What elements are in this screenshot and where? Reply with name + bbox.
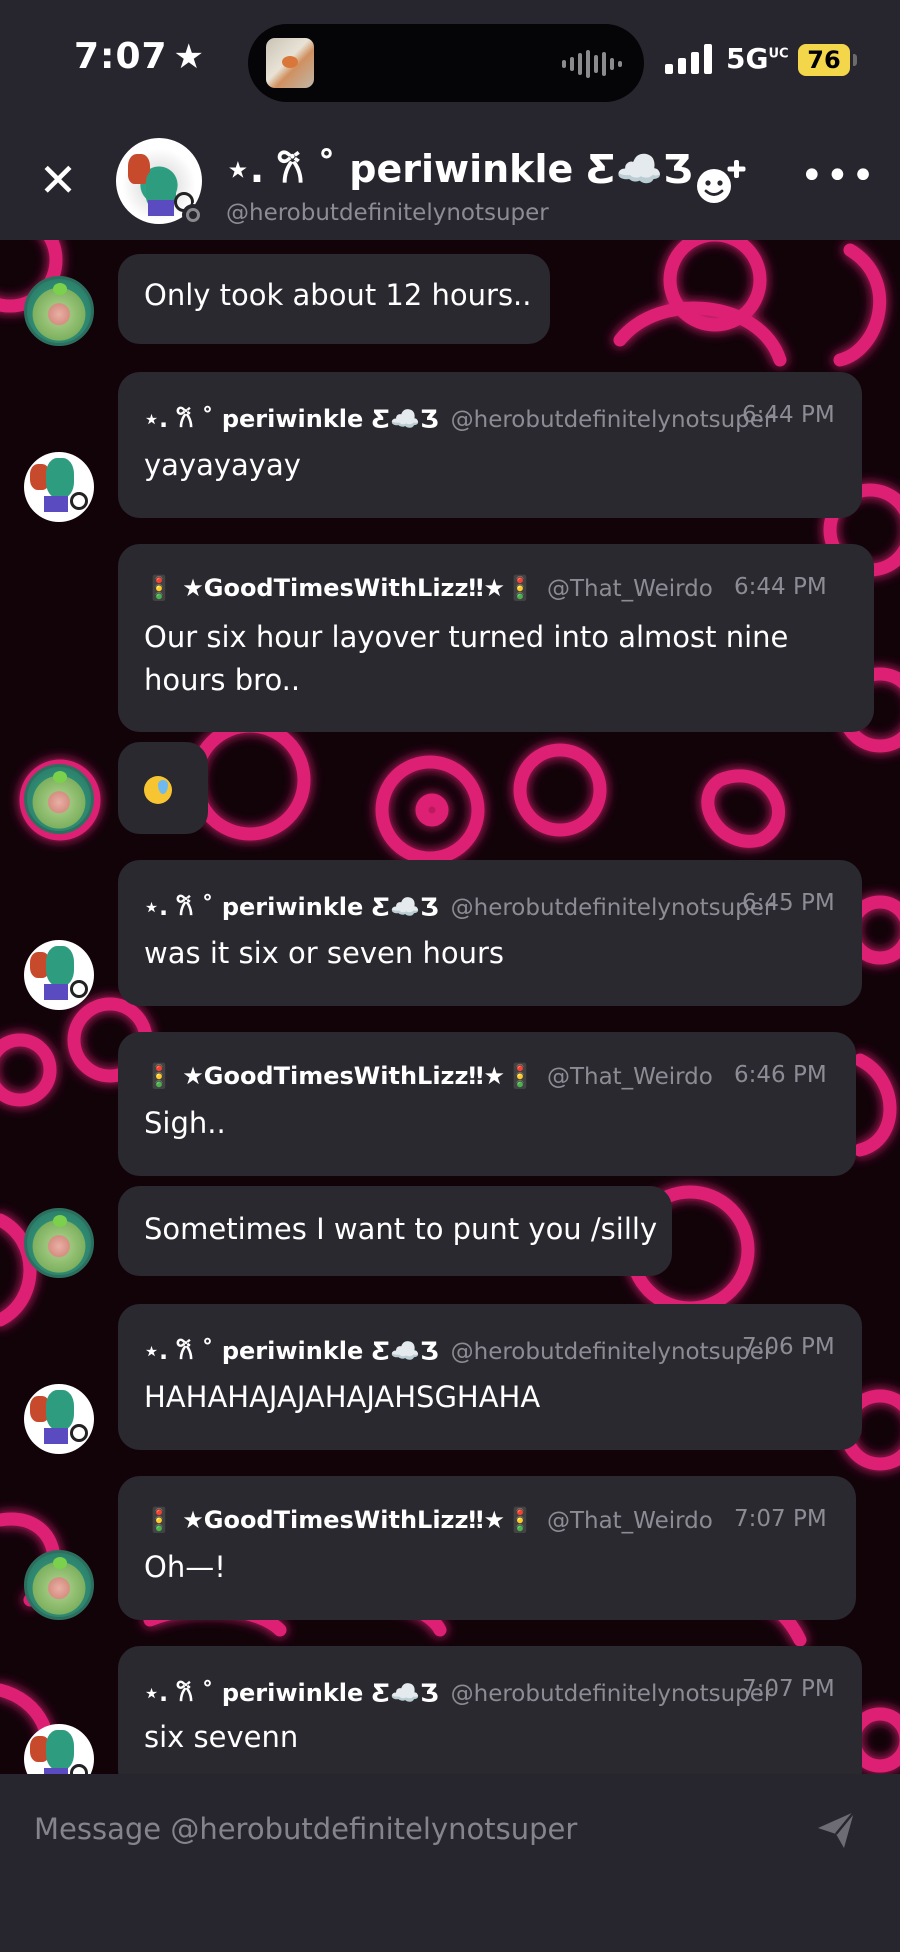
offline-status-icon [182,204,204,226]
dm-header: ✕ ⋆. 𐙚 ˚ periwinkle Ƹ☁️Ʒ @herobutdefinit… [0,120,900,240]
message-meta: 🚦 ★GoodTimesWithLizz‼★🚦 @That_Weirdo [144,574,713,602]
message-text: Oh—! [144,1550,226,1584]
message-text: Sometimes I want to punt you /silly [144,1212,658,1246]
downcast-sweat-emoji [144,776,172,804]
message-bubble[interactable]: ⋆. 𐙚 ˚ periwinkle Ƹ☁️Ʒ @herobutdefinitely… [118,860,862,1006]
send-icon[interactable] [814,1808,858,1852]
sender-avatar[interactable] [24,1550,94,1620]
sender-avatar[interactable] [24,276,94,346]
message-time: 6:45 PM [742,890,835,916]
now-playing-thumbnail [266,38,314,88]
message-meta: ⋆. 𐙚 ˚ periwinkle Ƹ☁️Ʒ @herobutdefinitely… [144,890,773,923]
message-time: 6:44 PM [734,574,827,600]
recipient-name[interactable]: ⋆. 𐙚 ˚ periwinkle Ƹ☁️Ʒ [226,142,693,194]
close-icon[interactable]: ✕ [36,157,80,203]
message-time: 6:44 PM [742,402,835,428]
message-meta: ⋆. 𐙚 ˚ periwinkle Ƹ☁️Ʒ @herobutdefinitely… [144,1676,773,1709]
message-text: yayayayay [144,448,301,482]
message-handle: @That_Weirdo [546,1064,713,1090]
message-author[interactable]: 🚦 ★GoodTimesWithLizz‼★🚦 [144,574,535,602]
recipient-handle: @herobutdefinitelynotsuper [226,200,549,226]
message-bubble[interactable]: 🚦 ★GoodTimesWithLizz‼★🚦 @That_Weirdo 7:07… [118,1476,856,1620]
message-bubble[interactable]: ⋆. 𐙚 ˚ periwinkle Ƹ☁️Ʒ @herobutdefinitely… [118,372,862,518]
message-handle: @That_Weirdo [546,576,713,602]
sender-avatar[interactable] [24,452,94,522]
message-bubble[interactable]: 🚦 ★GoodTimesWithLizz‼★🚦 @That_Weirdo 6:46… [118,1032,856,1176]
message-text: six sevenn [144,1720,299,1754]
sender-avatar[interactable] [24,1208,94,1278]
message-bubble[interactable] [118,742,208,834]
message-handle: @herobutdefinitelynotsuper [450,407,774,433]
message-meta: 🚦 ★GoodTimesWithLizz‼★🚦 @That_Weirdo [144,1062,713,1090]
message-time: 7:07 PM [742,1676,835,1702]
battery-tip [853,54,857,66]
cellular-signal-icon [665,44,712,74]
message-author[interactable]: 🚦 ★GoodTimesWithLizz‼★🚦 [144,1506,535,1534]
message-text: Only took about 12 hours.. [144,278,532,312]
battery-indicator: 76 [798,44,850,76]
audio-wave-icon [562,50,622,78]
message-bubble[interactable]: ⋆. 𐙚 ˚ periwinkle Ƹ☁️Ʒ @herobutdefinitely… [118,1304,862,1450]
message-input[interactable] [34,1804,794,1854]
dynamic-island[interactable] [248,24,644,102]
more-icon[interactable]: ••• [800,156,875,206]
message-author[interactable]: ⋆. 𐙚 ˚ periwinkle Ƹ☁️Ʒ [144,1679,439,1707]
sender-avatar[interactable] [24,764,94,834]
message-author[interactable]: ⋆. 𐙚 ˚ periwinkle Ƹ☁️Ʒ [144,1337,439,1365]
status-time: 7:07 ★ [74,36,205,77]
message-text-line-2: hours bro.. [144,663,301,697]
message-meta: ⋆. 𐙚 ˚ periwinkle Ƹ☁️Ʒ @herobutdefinitely… [144,402,773,435]
message-author[interactable]: 🚦 ★GoodTimesWithLizz‼★🚦 [144,1062,535,1090]
message-bubble[interactable]: Sometimes I want to punt you /silly [118,1186,672,1276]
message-text: was it six or seven hours [144,936,504,970]
message-bubble[interactable]: Only took about 12 hours.. [118,254,550,344]
message-author[interactable]: ⋆. 𐙚 ˚ periwinkle Ƹ☁️Ʒ [144,405,439,433]
message-time: 7:07 PM [734,1506,827,1532]
message-handle: @That_Weirdo [546,1508,713,1534]
clock-text: 7:07 [74,36,168,77]
message-text: Sigh.. [144,1106,226,1140]
message-time: 7:06 PM [742,1334,835,1360]
message-bubble[interactable]: ⋆. 𐙚 ˚ periwinkle Ƹ☁️Ʒ @herobutdefinitely… [118,1646,862,1774]
message-author[interactable]: ⋆. 𐙚 ˚ periwinkle Ƹ☁️Ʒ [144,893,439,921]
message-text: HAHAHAJAJAHAJAHSGHAHA [144,1380,541,1414]
message-handle: @herobutdefinitelynotsuper [450,1339,774,1365]
message-list[interactable]: Only took about 12 hours.. ⋆. 𐙚 ˚ periwi… [0,240,900,1774]
message-meta: 🚦 ★GoodTimesWithLizz‼★🚦 @That_Weirdo [144,1506,713,1534]
message-composer [0,1774,900,1952]
message-meta: ⋆. 𐙚 ˚ periwinkle Ƹ☁️Ʒ @herobutdefinitely… [144,1334,773,1367]
message-handle: @herobutdefinitelynotsuper [450,1681,774,1707]
message-handle: @herobutdefinitelynotsuper [450,895,774,921]
sender-avatar[interactable] [24,1384,94,1454]
add-friend-icon[interactable] [694,156,752,208]
message-time: 6:46 PM [734,1062,827,1088]
status-bar: 7:07 ★ 5GUC 76 [0,0,900,120]
star-icon: ★ [173,37,206,77]
message-text: Our six hour layover turned into almost … [144,620,789,654]
message-bubble[interactable]: 🚦 ★GoodTimesWithLizz‼★🚦 @That_Weirdo 6:44… [118,544,874,732]
sender-avatar[interactable] [24,940,94,1010]
network-label: 5GUC [726,42,789,75]
